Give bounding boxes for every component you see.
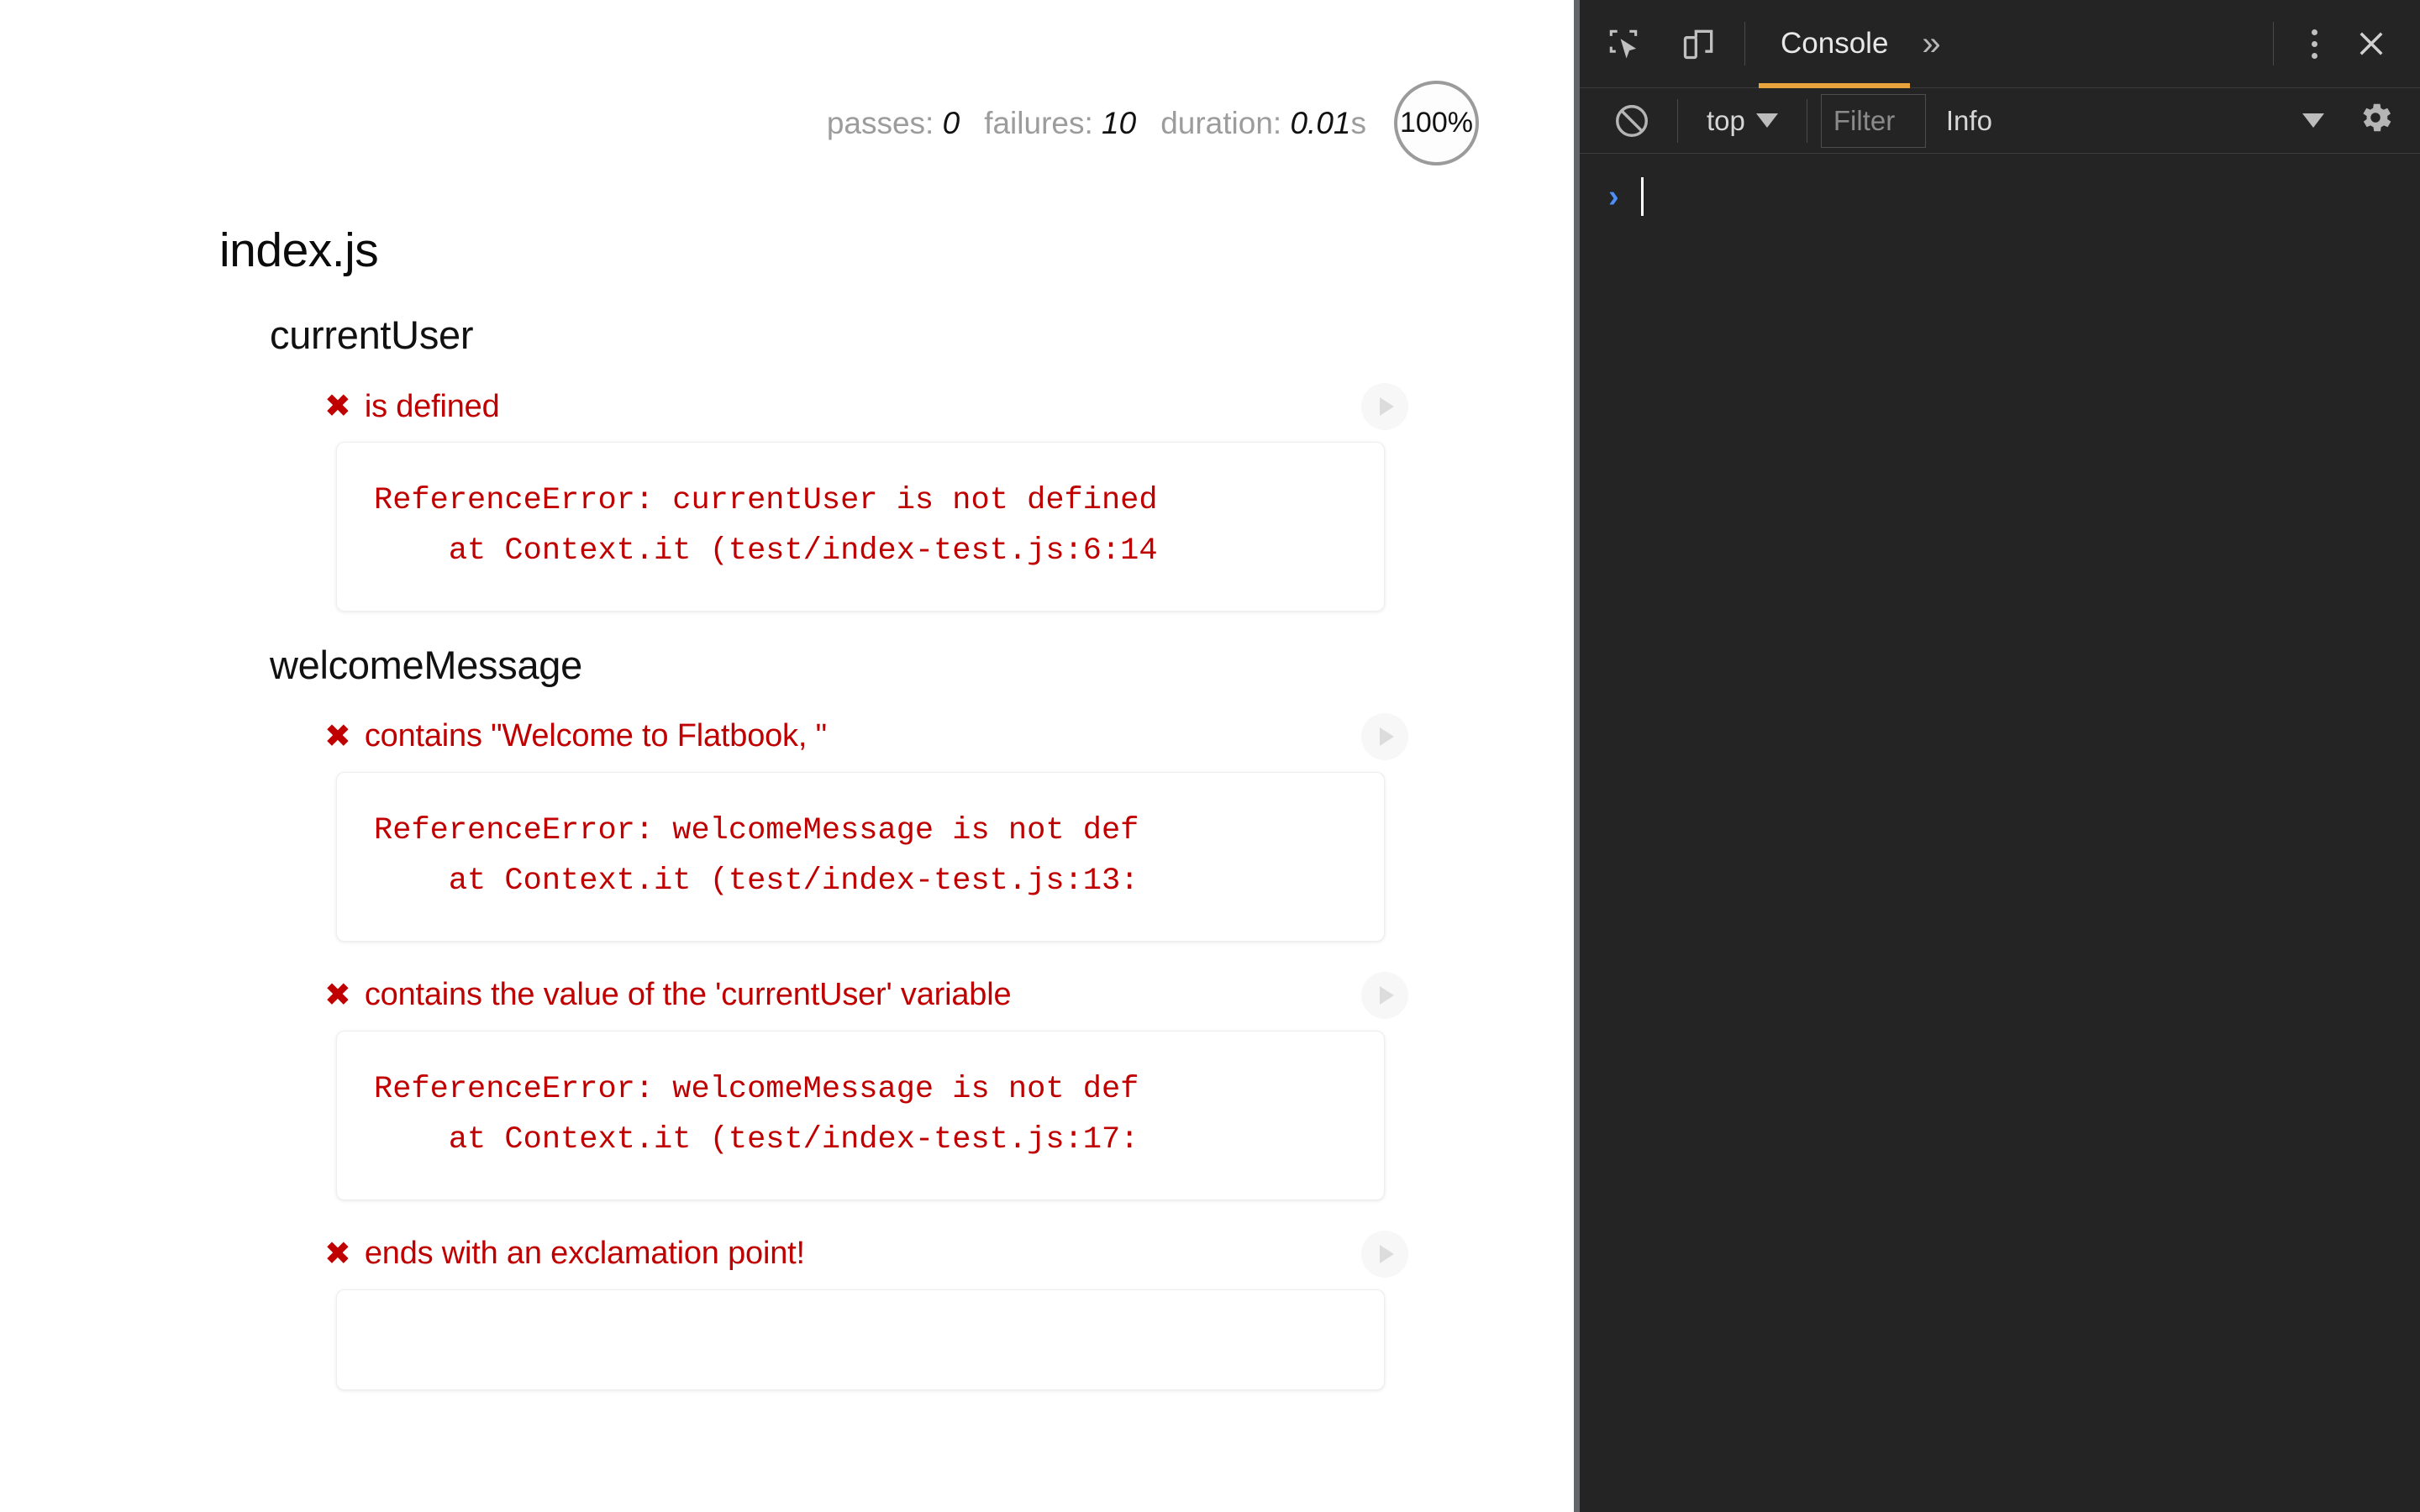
stat-duration-unit: s bbox=[1350, 105, 1367, 140]
console-context-label: top bbox=[1707, 104, 1745, 136]
replay-test-icon[interactable] bbox=[1361, 712, 1408, 760]
devtools-tabbar: Console » bbox=[1580, 0, 2420, 88]
console-toolbar-divider-1 bbox=[1677, 98, 1678, 143]
replay-test-icon[interactable] bbox=[1361, 383, 1408, 430]
tabbar-divider-right bbox=[2273, 22, 2274, 66]
test-error-text: ReferenceError: welcomeMessage is not de… bbox=[374, 812, 1139, 899]
devtools-resize-handle[interactable] bbox=[1574, 0, 1580, 1512]
progress-ring: 100% bbox=[1394, 81, 1479, 165]
test-fail-icon: ✖ bbox=[324, 718, 351, 754]
console-output-area[interactable]: › bbox=[1580, 154, 2420, 1512]
stat-failures-label: failures: bbox=[984, 105, 1093, 140]
devtools-menu-icon[interactable] bbox=[2287, 12, 2341, 76]
stat-passes-label: passes: bbox=[826, 105, 934, 140]
console-context-selector[interactable]: top bbox=[1691, 105, 1793, 137]
test-row[interactable]: ✖ ends with an exclamation point! bbox=[324, 1230, 1408, 1278]
inspect-element-icon[interactable] bbox=[1591, 12, 1655, 76]
replay-test-icon[interactable] bbox=[1361, 971, 1408, 1019]
suite: currentUser ✖ is defined ReferenceError: cu… bbox=[270, 312, 1480, 612]
tab-console-label: Console bbox=[1781, 27, 1889, 60]
console-filter-input[interactable]: Filter bbox=[1820, 93, 1926, 148]
tab-console[interactable]: Console bbox=[1759, 0, 1911, 88]
console-text-caret bbox=[1640, 177, 1644, 216]
stat-duration-value: 0.01 bbox=[1290, 105, 1351, 140]
test-row[interactable]: ✖ is defined bbox=[324, 383, 1408, 430]
root-suite-title[interactable]: index.js bbox=[219, 223, 1480, 278]
mocha-report-page: passes: 0 failures: 10 duration: 0.01s 1… bbox=[0, 0, 1574, 1512]
clear-console-icon[interactable] bbox=[1600, 89, 1664, 153]
test-error-text: ReferenceError: welcomeMessage is not de… bbox=[374, 1071, 1139, 1158]
console-log-level-selector[interactable]: Info bbox=[1926, 105, 2012, 137]
stat-failures: failures: 10 bbox=[984, 106, 1136, 141]
test-row[interactable]: ✖ contains "Welcome to Flatbook, " bbox=[324, 712, 1408, 760]
test-row[interactable]: ✖ contains the value of the 'currentUser'… bbox=[324, 971, 1408, 1019]
progress-percent: 100% bbox=[1400, 107, 1473, 139]
test-error-box: ReferenceError: welcomeMessage is not de… bbox=[336, 771, 1385, 942]
gear-icon[interactable] bbox=[2356, 98, 2395, 144]
stat-duration-label: duration: bbox=[1160, 105, 1282, 140]
replay-test-icon[interactable] bbox=[1361, 1230, 1408, 1278]
console-filter-placeholder: Filter bbox=[1833, 104, 1896, 136]
mocha-stats-header: passes: 0 failures: 10 duration: 0.01s 1… bbox=[827, 81, 1479, 165]
suite-root: index.js currentUser ✖ is defined Reference… bbox=[219, 223, 1480, 1420]
console-prompt-row[interactable]: › bbox=[1580, 167, 2420, 226]
test-fail-icon: ✖ bbox=[324, 977, 351, 1013]
devtools-panel: Console » top Filter Info › bbox=[1580, 0, 2420, 1512]
test-name: contains "Welcome to Flatbook, " bbox=[364, 718, 827, 754]
tabbar-divider bbox=[1744, 22, 1745, 66]
more-tabs-icon[interactable]: » bbox=[1910, 0, 1952, 88]
stat-passes: passes: 0 bbox=[827, 106, 960, 141]
browser-window: passes: 0 failures: 10 duration: 0.01s 1… bbox=[0, 0, 2420, 1512]
tabbar-right-actions bbox=[2260, 12, 2420, 76]
prompt-chevron-icon: › bbox=[1608, 178, 1619, 214]
stat-passes-value: 0 bbox=[942, 105, 960, 140]
suite-title[interactable]: currentUser bbox=[270, 312, 1480, 358]
stat-duration: duration: 0.01s bbox=[1160, 106, 1366, 141]
suite-title[interactable]: welcomeMessage bbox=[270, 642, 1480, 688]
stat-failures-value: 10 bbox=[1102, 105, 1137, 140]
test-fail-icon: ✖ bbox=[324, 1236, 351, 1272]
test-name: contains the value of the 'currentUser' … bbox=[364, 977, 1012, 1013]
log-level-chevron-down-icon[interactable] bbox=[2302, 113, 2324, 128]
test-list: ✖ contains "Welcome to Flatbook, " Referen… bbox=[324, 712, 1480, 1390]
test-error-box: ReferenceError: currentUser is not defin… bbox=[336, 442, 1385, 612]
test-fail-icon: ✖ bbox=[324, 389, 351, 424]
test-name: is defined bbox=[364, 388, 500, 424]
test-error-box bbox=[336, 1289, 1385, 1390]
more-tabs-glyph: » bbox=[1922, 24, 1941, 62]
console-toolbar-right bbox=[2302, 98, 2420, 144]
test-error-box: ReferenceError: welcomeMessage is not de… bbox=[336, 1030, 1385, 1200]
suite: welcomeMessage ✖ contains "Welcome to Flat… bbox=[270, 642, 1480, 1390]
suite-list: currentUser ✖ is defined ReferenceError: cu… bbox=[219, 312, 1480, 1390]
device-toolbar-icon[interactable] bbox=[1667, 12, 1731, 76]
console-log-level-label: Info bbox=[1945, 104, 1992, 136]
test-error-text: ReferenceError: currentUser is not defin… bbox=[374, 483, 1158, 569]
close-icon[interactable] bbox=[2341, 13, 2402, 74]
test-list: ✖ is defined ReferenceError: currentUser i… bbox=[324, 383, 1480, 612]
console-toolbar: top Filter Info bbox=[1580, 88, 2420, 154]
chevron-down-icon bbox=[1755, 113, 1778, 128]
test-name: ends with an exclamation point! bbox=[364, 1236, 805, 1272]
